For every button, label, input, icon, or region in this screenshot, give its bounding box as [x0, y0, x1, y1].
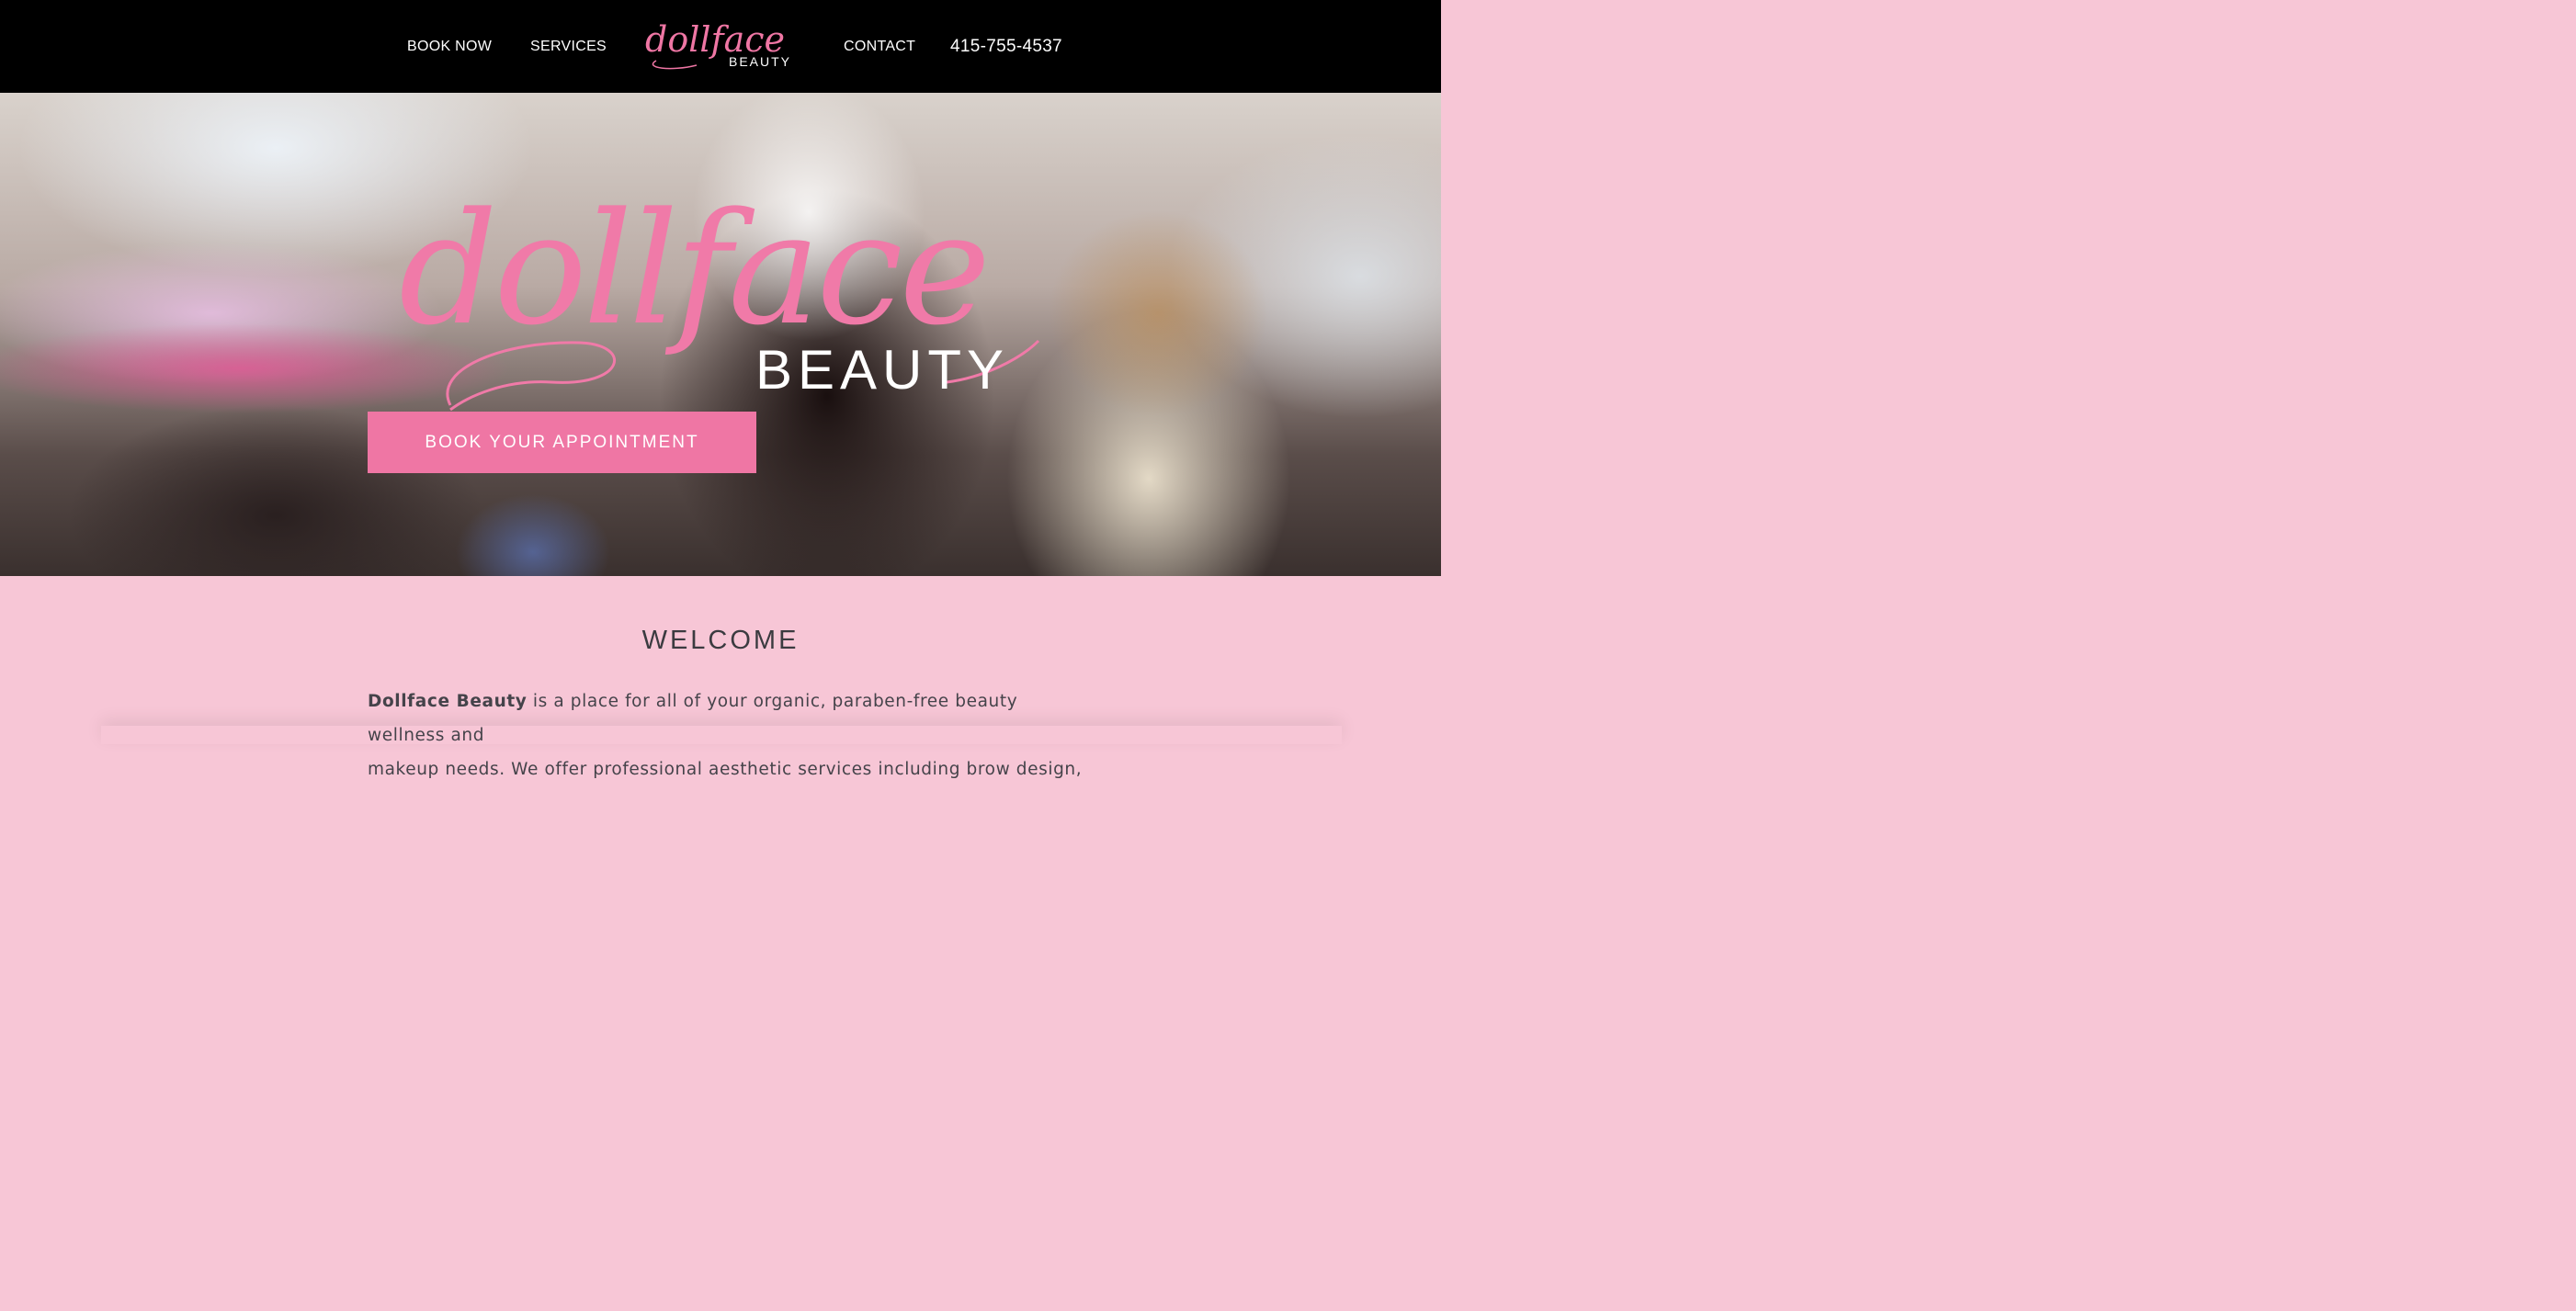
book-appointment-button[interactable]: BOOK YOUR APPOINTMENT: [368, 412, 756, 473]
nav-contact[interactable]: CONTACT: [844, 0, 915, 93]
hero-logo-script: dollface: [399, 185, 987, 359]
top-nav-bar: BOOK NOW SERVICES dollface BEAUTY CONTAC…: [0, 0, 1441, 93]
welcome-section: WELCOME Dollface Beauty is a place for a…: [0, 576, 1441, 779]
hero-banner: dollface BEAUTY BOOK YOUR APPOINTMENT: [0, 93, 1441, 576]
nav-services[interactable]: SERVICES: [530, 0, 607, 93]
hero-logo: dollface BEAUTY: [399, 185, 1040, 412]
brand-name: Dollface Beauty: [368, 692, 528, 711]
content-card-shadow: [101, 726, 1342, 744]
logo-word-text: BEAUTY: [729, 54, 791, 69]
dollface-beauty-logo[interactable]: dollface BEAUTY: [643, 15, 800, 75]
welcome-line2-text: makeup needs. We offer professional aest…: [368, 760, 1083, 779]
nav-book-now[interactable]: BOOK NOW: [407, 0, 492, 93]
hero-logo-word: BEAUTY: [755, 339, 1009, 401]
logo-flourish: [652, 60, 698, 70]
nav-phone-link[interactable]: 415-755-4537: [950, 0, 1062, 93]
welcome-heading: WELCOME: [641, 626, 800, 655]
